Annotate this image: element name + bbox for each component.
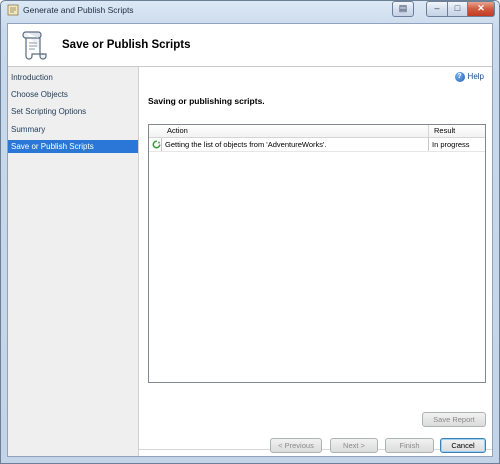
page-title: Save or Publish Scripts [62,39,191,51]
progress-grid[interactable]: Action Result Getting the list of object… [148,124,486,383]
sidebar-item-summary[interactable]: Summary [8,123,138,136]
script-scroll-icon [22,31,47,60]
close-button[interactable]: ✕ [467,1,495,17]
sidebar-item-set-scripting-options[interactable]: Set Scripting Options [8,105,138,118]
maximize-button[interactable]: □ [447,1,468,17]
save-report-button[interactable]: Save Report [422,412,486,427]
sidebar-item-introduction[interactable]: Introduction [8,71,138,84]
help-label: Help [467,72,484,82]
window-title: Generate and Publish Scripts [23,5,134,15]
section-title: Saving or publishing scripts. [148,96,265,106]
column-header-result[interactable]: Result [434,126,455,136]
context-help-button[interactable]: ▤ [392,1,414,17]
finish-button[interactable]: Finish [385,438,434,453]
row-separator [161,138,162,151]
wizard-client-area: Save or Publish Scripts Introduction Cho… [7,23,493,457]
help-link[interactable]: ? Help [454,72,484,82]
cell-result: In progress [432,140,470,149]
table-row[interactable]: Getting the list of objects from 'Advent… [149,138,485,152]
in-progress-icon [152,140,161,149]
column-header-action[interactable]: Action [167,126,188,136]
title-bar[interactable]: Generate and Publish Scripts ▤ – □ ✕ [1,1,499,20]
cell-action: Getting the list of objects from 'Advent… [165,140,327,149]
grid-header: Action Result [149,125,485,138]
previous-button[interactable]: < Previous [270,438,322,453]
wizard-main-panel: ? Help Saving or publishing scripts. Acti… [139,67,492,456]
sidebar-item-save-or-publish-scripts[interactable]: Save or Publish Scripts [8,140,138,153]
row-separator [428,138,429,151]
app-icon [7,4,19,16]
column-separator[interactable] [428,125,429,137]
wizard-window: Generate and Publish Scripts ▤ – □ ✕ Sav… [0,0,500,464]
wizard-steps-sidebar: Introduction Choose Objects Set Scriptin… [8,67,139,456]
next-button[interactable]: Next > [330,438,378,453]
minimize-button[interactable]: – [426,1,448,17]
help-icon: ? [454,72,465,82]
wizard-header: Save or Publish Scripts [8,24,492,67]
sidebar-item-choose-objects[interactable]: Choose Objects [8,88,138,101]
cancel-button[interactable]: Cancel [440,438,486,453]
